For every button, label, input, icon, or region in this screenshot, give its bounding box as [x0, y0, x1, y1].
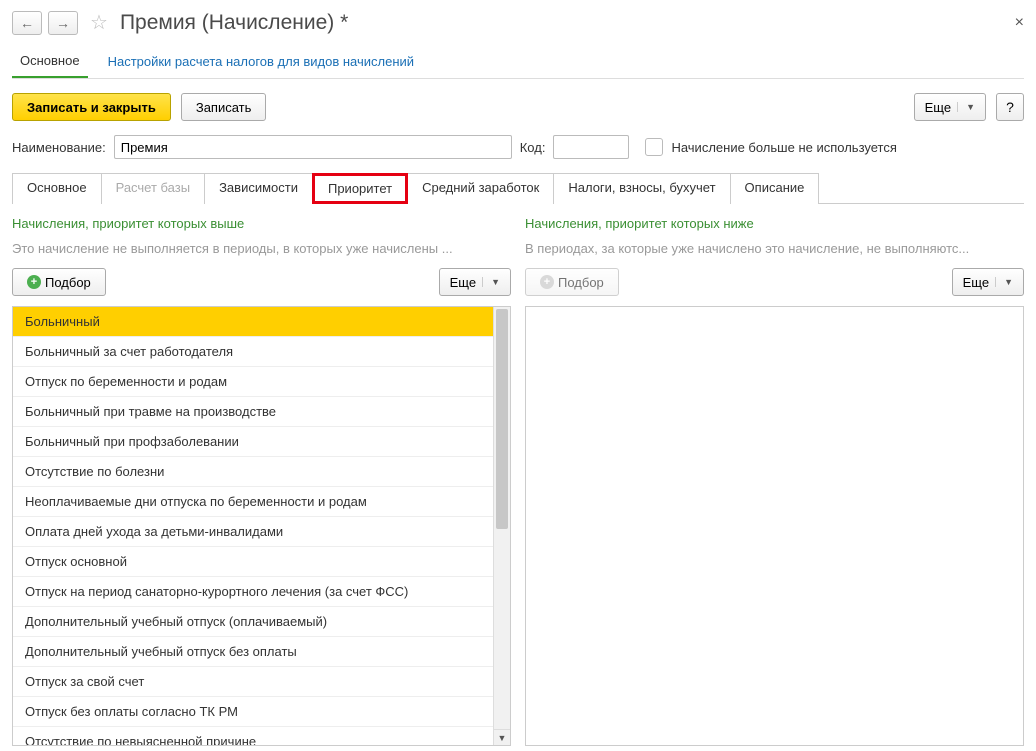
name-input[interactable]: [114, 135, 512, 159]
lower-priority-desc: В периодах, за которые уже начислено это…: [525, 241, 1024, 256]
tab-main[interactable]: Основное: [12, 173, 102, 204]
list-item[interactable]: Отпуск на период санаторно-курортного ле…: [13, 577, 510, 607]
plus-icon: +: [540, 275, 554, 289]
chevron-down-icon: ▼: [995, 277, 1013, 287]
list-item[interactable]: Отпуск по беременности и родам: [13, 367, 510, 397]
close-icon[interactable]: ×: [1015, 14, 1024, 32]
name-label: Наименование:: [12, 140, 106, 155]
higher-more-button[interactable]: Еще▼: [439, 268, 511, 296]
chevron-down-icon: ▼: [957, 102, 975, 112]
unused-label: Начисление больше не используется: [671, 140, 896, 155]
lower-more-button[interactable]: Еще▼: [952, 268, 1024, 296]
save-button[interactable]: Записать: [181, 93, 267, 121]
tab-priority[interactable]: Приоритет: [312, 173, 408, 204]
select-higher-button[interactable]: + Подбор: [12, 268, 106, 296]
tab-tax[interactable]: Налоги, взносы, бухучет: [553, 173, 730, 204]
list-item[interactable]: Больничный при профзаболевании: [13, 427, 510, 457]
list-item[interactable]: Оплата дней ухода за детьми-инвалидами: [13, 517, 510, 547]
list-item[interactable]: Дополнительный учебный отпуск (оплачивае…: [13, 607, 510, 637]
unused-checkbox[interactable]: [645, 138, 663, 156]
scroll-down-icon[interactable]: ▼: [494, 729, 510, 745]
list-item[interactable]: Дополнительный учебный отпуск без оплаты: [13, 637, 510, 667]
select-lower-button[interactable]: + Подбор: [525, 268, 619, 296]
favorite-star-icon[interactable]: ☆: [90, 10, 108, 35]
list-item[interactable]: Больничный при травме на производстве: [13, 397, 510, 427]
scrollbar[interactable]: ▼: [493, 307, 510, 745]
list-item[interactable]: Отсутствие по невыясненной причине: [13, 727, 510, 745]
list-item[interactable]: Отсутствие по болезни: [13, 457, 510, 487]
higher-priority-title: Начисления, приоритет которых выше: [12, 216, 511, 231]
scrollbar-thumb[interactable]: [496, 309, 508, 529]
help-button[interactable]: ?: [996, 93, 1024, 121]
list-item[interactable]: Неоплачиваемые дни отпуска по беременнос…: [13, 487, 510, 517]
chevron-down-icon: ▼: [482, 277, 500, 287]
nav-forward-button[interactable]: →: [48, 11, 78, 35]
subnav-main[interactable]: Основное: [12, 49, 88, 78]
higher-priority-desc: Это начисление не выполняется в периоды,…: [12, 241, 511, 256]
lower-priority-title: Начисления, приоритет которых ниже: [525, 216, 1024, 231]
plus-icon: +: [27, 275, 41, 289]
code-label: Код:: [520, 140, 546, 155]
page-title: Премия (Начисление) *: [120, 11, 348, 35]
list-item[interactable]: Отпуск основной: [13, 547, 510, 577]
tab-avg[interactable]: Средний заработок: [407, 173, 554, 204]
tab-desc[interactable]: Описание: [730, 173, 820, 204]
list-item[interactable]: Отпуск без оплаты согласно ТК РМ: [13, 697, 510, 727]
code-input[interactable]: [553, 135, 629, 159]
tab-deps[interactable]: Зависимости: [204, 173, 313, 204]
list-item[interactable]: Отпуск за свой счет: [13, 667, 510, 697]
list-item[interactable]: Больничный: [13, 307, 510, 337]
subnav-tax-settings-link[interactable]: Настройки расчета налогов для видов начи…: [100, 50, 422, 77]
more-button[interactable]: Еще▼: [914, 93, 986, 121]
save-and-close-button[interactable]: Записать и закрыть: [12, 93, 171, 121]
lower-priority-list: [525, 306, 1024, 746]
nav-back-button[interactable]: ←: [12, 11, 42, 35]
list-item[interactable]: Больничный за счет работодателя: [13, 337, 510, 367]
higher-priority-list: БольничныйБольничный за счет работодател…: [12, 306, 511, 746]
tab-base[interactable]: Расчет базы: [101, 173, 206, 204]
